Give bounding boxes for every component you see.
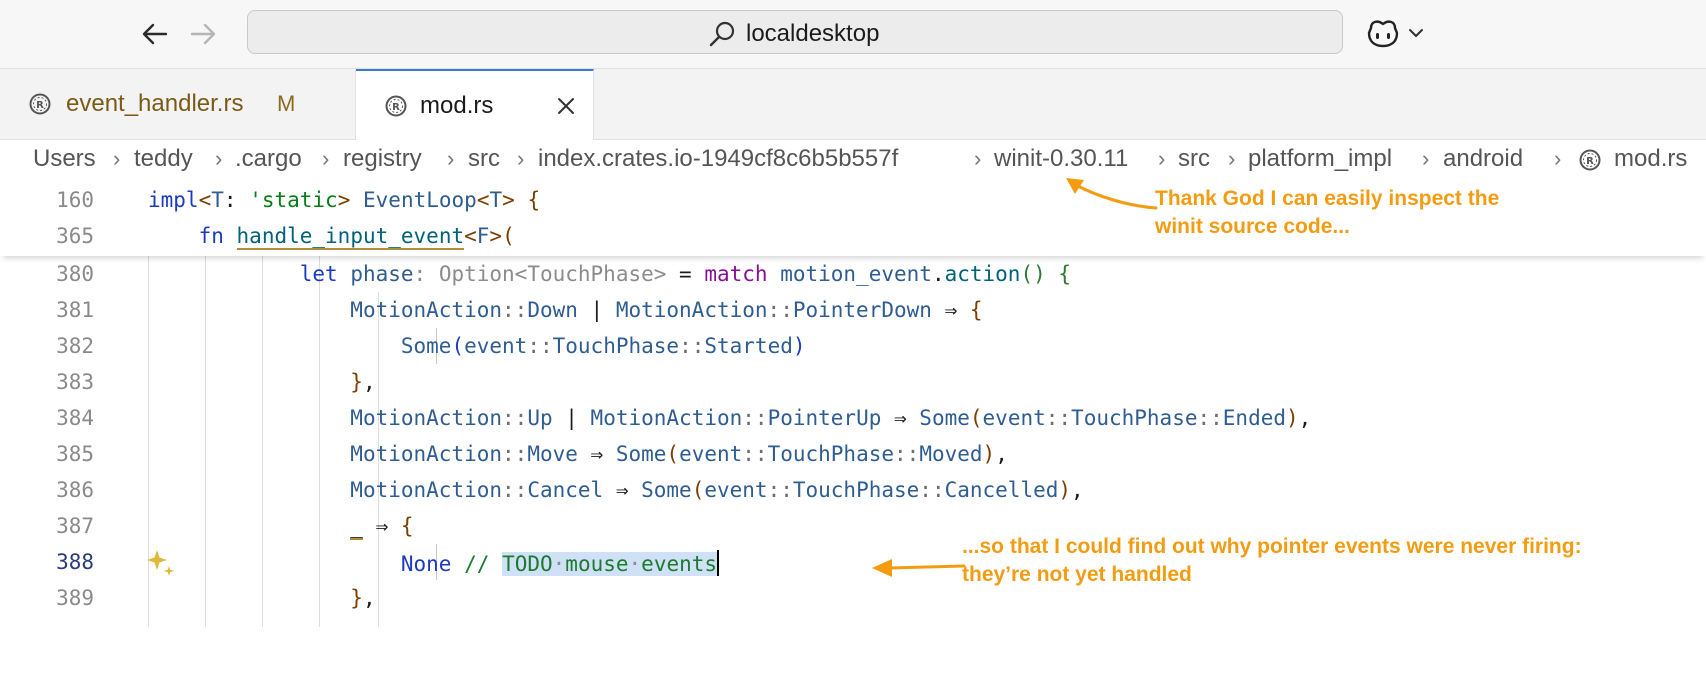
back-arrow-icon [142, 23, 168, 45]
breadcrumb-item-users[interactable]: Users [33, 145, 96, 173]
modified-badge: M [277, 91, 296, 116]
search-icon [709, 21, 735, 47]
line-number: 384 [56, 406, 94, 430]
svg-text:R: R [36, 100, 44, 111]
tab-mod-rs[interactable]: R mod.rs [356, 69, 594, 140]
rust-file-icon: R [1579, 149, 1601, 171]
annotation-bottom: ...so that I could find out why pointer … [962, 533, 1582, 589]
code-text: Some(event::TouchPhase::Started) [400, 334, 806, 358]
annotation-arrow-icon [872, 559, 966, 577]
copilot-icon [1367, 20, 1399, 48]
code-line[interactable]: 384 MotionAction::Up | MotionAction::Poi… [0, 400, 1706, 436]
chevron-right-icon: › [447, 146, 455, 171]
chevron-right-icon: › [1158, 146, 1166, 171]
line-number: 388 [56, 550, 94, 574]
code-line[interactable]: 383 }, [0, 364, 1706, 400]
annotation-line: ...so that I could find out why pointer … [962, 535, 1582, 558]
annotation-line: Thank God I can easily inspect the [1155, 187, 1500, 210]
line-number: 387 [56, 514, 94, 538]
line-number: 389 [56, 586, 94, 610]
breadcrumb-item-platform-impl[interactable]: platform_impl [1248, 145, 1392, 173]
breadcrumb-item-teddy[interactable]: teddy [134, 145, 193, 173]
annotation-top: Thank God I can easily inspect the winit… [1155, 185, 1499, 241]
breadcrumb-item-src[interactable]: src [468, 145, 500, 173]
code-line[interactable]: 386 MotionAction::Cancel ⇒ Some(event::T… [0, 472, 1706, 508]
chevron-right-icon: › [215, 146, 223, 171]
code-text: MotionAction::Up | MotionAction::Pointer… [350, 406, 1312, 430]
breadcrumb-item-index-crates[interactable]: index.crates.io-1949cf8c6b5b557f [538, 145, 898, 173]
back-button[interactable] [132, 14, 176, 54]
code-text: _ ⇒ { [350, 514, 414, 540]
line-number: 385 [56, 442, 94, 466]
close-icon[interactable] [556, 96, 576, 116]
breadcrumb-item-winit[interactable]: winit-0.30.11 [994, 145, 1128, 173]
address-text: localdesktop [746, 20, 880, 47]
code-text: MotionAction::Move ⇒ Some(event::TouchPh… [350, 442, 1008, 466]
tab-event-handler[interactable]: R event_handler.rs M [0, 69, 356, 139]
code-text: }, [350, 370, 376, 394]
copilot-button[interactable] [1366, 14, 1430, 54]
code-line[interactable]: 380 let phase: Option<TouchPhase> = matc… [0, 256, 1706, 292]
chevron-right-icon: › [974, 146, 982, 171]
code-line[interactable]: 385 MotionAction::Move ⇒ Some(event::Tou… [0, 436, 1706, 472]
breadcrumb-item-mod-rs[interactable]: mod.rs [1614, 145, 1687, 173]
code-line[interactable]: 381 MotionAction::Down | MotionAction::P… [0, 292, 1706, 328]
chevron-right-icon: › [1228, 146, 1236, 171]
title-bar: localdesktop [0, 0, 1706, 69]
address-bar[interactable]: localdesktop [247, 10, 1343, 54]
chevron-right-icon: › [1422, 146, 1430, 171]
rust-file-icon: R [29, 93, 51, 115]
annotation-arrow-icon [1066, 178, 1158, 210]
code-text: MotionAction::Cancel ⇒ Some(event::Touch… [350, 478, 1084, 502]
chevron-right-icon: › [517, 146, 525, 171]
code-text: fn handle_input_event<F>( [198, 224, 515, 250]
breadcrumb-item-registry[interactable]: registry [343, 145, 422, 173]
code-line[interactable]: 382 Some(event::TouchPhase::Started) [0, 328, 1706, 364]
line-number: 386 [56, 478, 94, 502]
text-cursor [717, 550, 720, 576]
rust-file-icon: R [385, 95, 407, 117]
forward-arrow-icon [190, 23, 216, 45]
tab-bar: R event_handler.rs M R mod.rs [0, 69, 1706, 140]
code-text: }, [350, 586, 376, 610]
annotation-line: they’re not yet handled [962, 563, 1192, 586]
chevron-right-icon: › [1554, 146, 1562, 171]
annotation-line: winit source code... [1155, 215, 1350, 238]
tab-label: event_handler.rs [66, 90, 244, 117]
svg-text:R: R [392, 102, 400, 113]
forward-button[interactable] [180, 14, 224, 54]
line-number: 383 [56, 370, 94, 394]
code-text: let phase: Option<TouchPhase> = match mo… [299, 262, 1072, 286]
breadcrumb-item-src[interactable]: src [1178, 145, 1210, 173]
line-number: 160 [56, 188, 94, 212]
line-number: 365 [56, 224, 94, 248]
chevron-right-icon: › [113, 146, 121, 171]
chevron-down-icon [1409, 29, 1423, 37]
svg-text:R: R [1586, 156, 1594, 167]
code-text: impl<T: 'static> EventLoop<T> { [148, 188, 541, 212]
breadcrumb: Users › teddy › .cargo › registry › src … [0, 140, 1706, 182]
line-number: 382 [56, 334, 94, 358]
chevron-right-icon: › [322, 146, 330, 171]
breadcrumb-item-android[interactable]: android [1443, 145, 1523, 173]
code-text: MotionAction::Down | MotionAction::Point… [350, 298, 983, 322]
breadcrumb-item-cargo[interactable]: .cargo [235, 145, 302, 173]
tab-label: mod.rs [420, 92, 494, 119]
code-text: None // TODO·mouse·events [400, 550, 720, 576]
